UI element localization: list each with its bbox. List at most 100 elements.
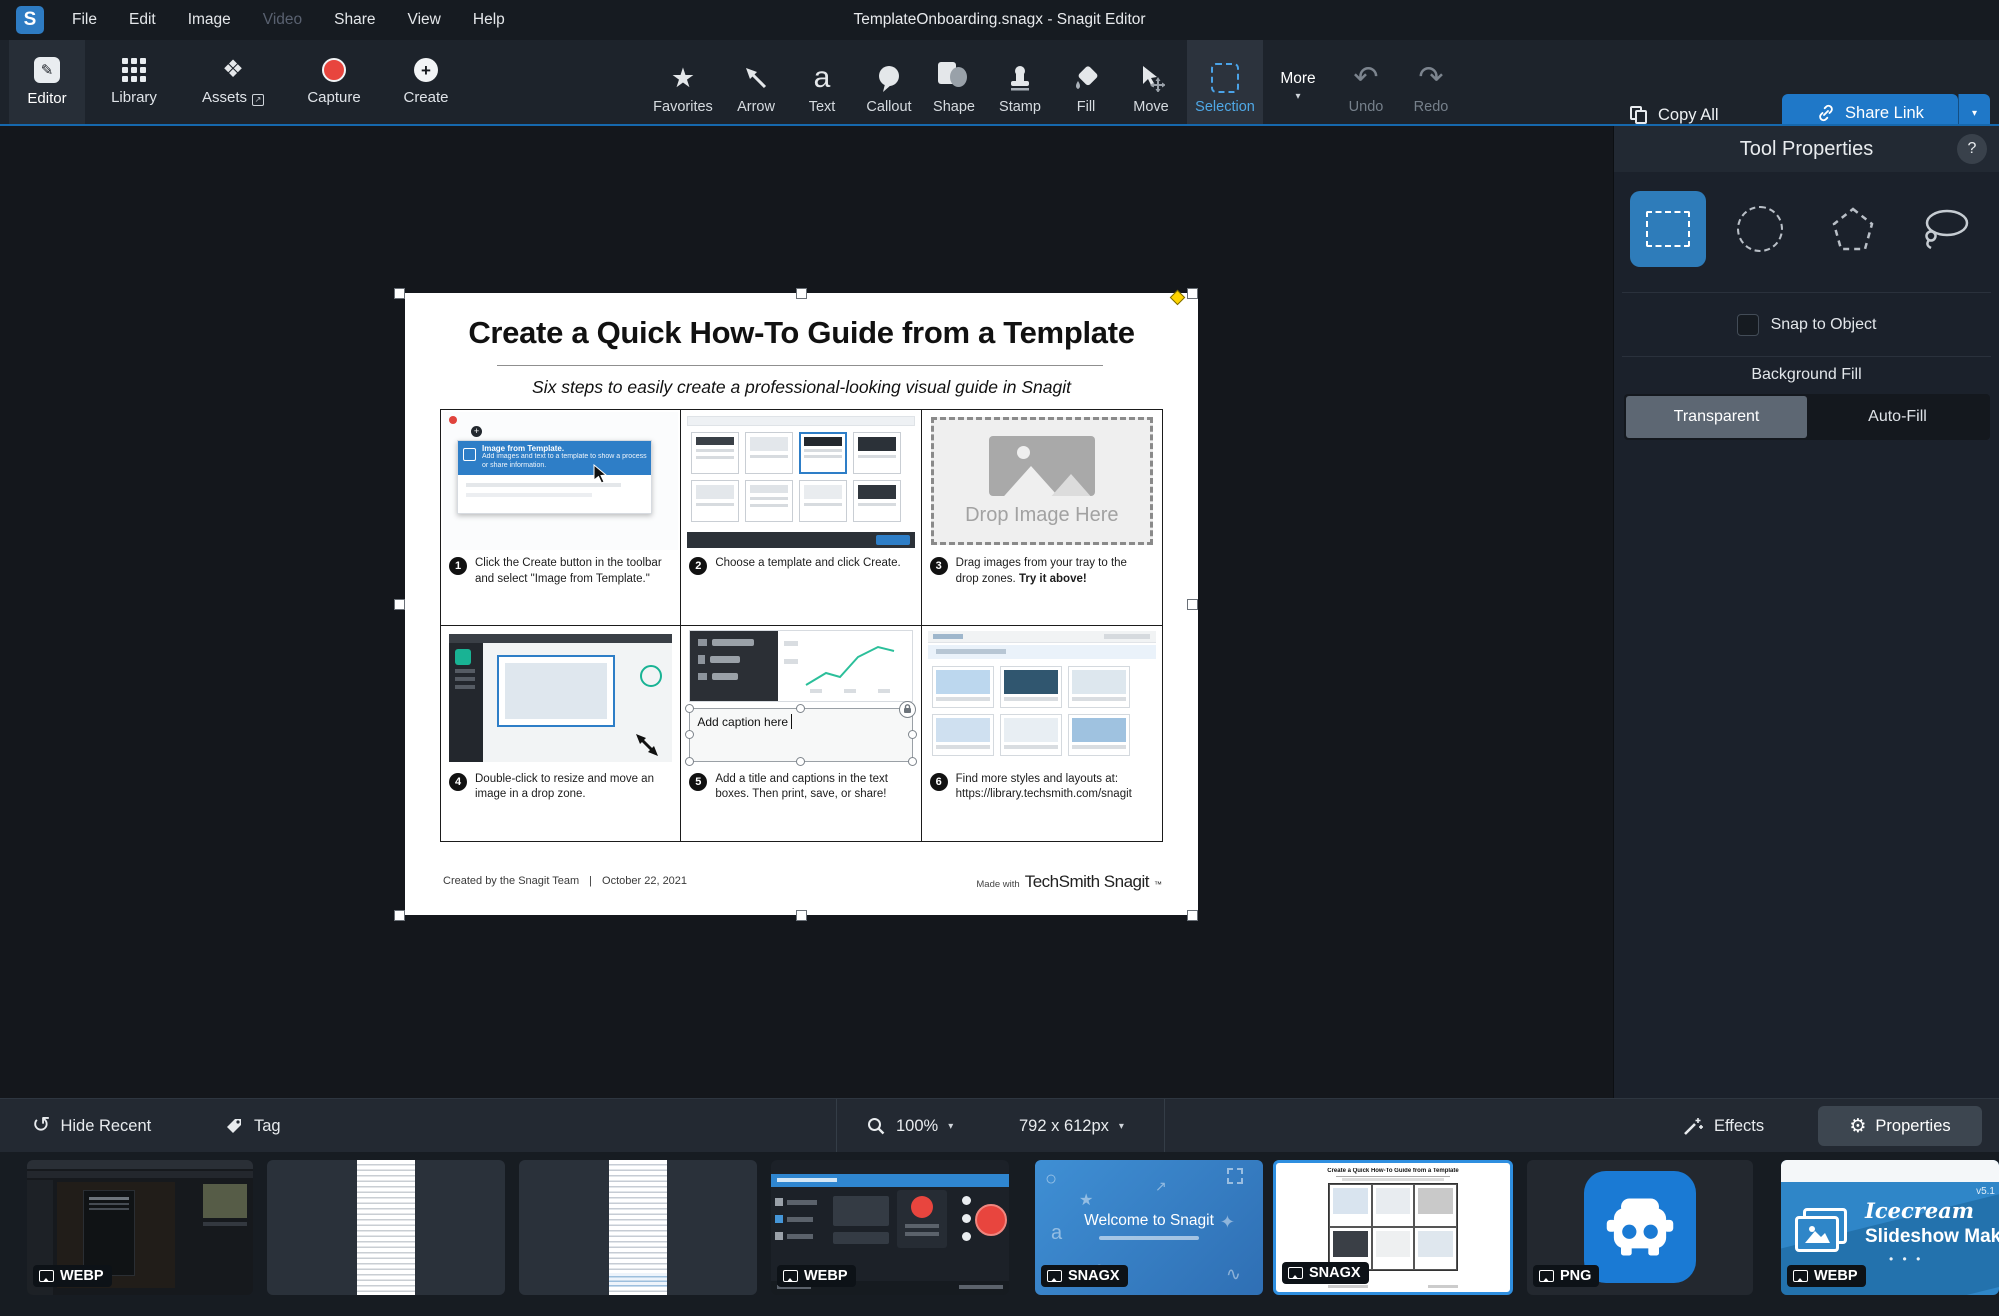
tab-editor[interactable]: ✎ Editor	[9, 40, 85, 124]
panel-header: Tool Properties ?	[1614, 126, 1999, 172]
tray-item-6[interactable]: Create a Quick How-To Guide from a Templ…	[1273, 1160, 1513, 1295]
tray-item-1[interactable]: WEBP	[27, 1160, 253, 1295]
tray-item-5[interactable]: ○ ★ a ✦ ✎ ∿ ↗ Welcome to Snagit SNAGX	[1035, 1160, 1263, 1295]
welcome-caption: Welcome to Snagit	[1035, 1212, 1263, 1230]
shapes-icon	[938, 62, 970, 94]
selection-handle[interactable]	[394, 288, 405, 299]
step3-drop-zone[interactable]: Drop Image Here	[924, 412, 1160, 550]
footer-author: Created by the Snagit Team	[443, 875, 579, 887]
lasso-selection-button[interactable]	[1907, 191, 1983, 267]
tool-shape[interactable]: Shape	[916, 40, 992, 124]
record-icon	[322, 58, 346, 82]
menu-help[interactable]: Help	[457, 0, 521, 40]
zoom-control[interactable]: 100% ▾	[866, 1099, 953, 1153]
tray-item-7[interactable]: PNG	[1527, 1160, 1753, 1295]
letter-a-icon: a	[814, 62, 831, 94]
tab-library[interactable]: Library	[94, 40, 174, 124]
caption-textbox[interactable]: Add caption here	[689, 708, 912, 762]
effects-button[interactable]: Effects	[1682, 1099, 1764, 1153]
format-badge: WEBP	[1787, 1265, 1866, 1287]
tool-favorites[interactable]: ★ Favorites	[645, 40, 721, 124]
image-icon	[1288, 1267, 1303, 1279]
step6-screenshot	[924, 628, 1160, 766]
document-subtitle: Six steps to easily create a professiona…	[405, 377, 1198, 398]
tool-text[interactable]: a Text	[784, 40, 860, 124]
tool-properties-panel: Tool Properties ? Snap to Object Backgro…	[1613, 126, 1999, 1098]
menu-edit[interactable]: Edit	[113, 0, 172, 40]
grid-icon	[122, 58, 146, 82]
menu-video: Video	[247, 0, 318, 40]
divider	[1622, 356, 1991, 357]
snap-to-object-checkbox[interactable]	[1737, 314, 1759, 336]
pencil-icon: ✎	[34, 57, 60, 83]
titlebar: S File Edit Image Video Share View Help …	[0, 0, 1999, 40]
paint-fill-icon	[1072, 62, 1100, 94]
lasso-icon	[1919, 206, 1971, 252]
step-caption: Choose a template and click Create.	[715, 556, 907, 572]
magic-wand-icon	[1682, 1115, 1704, 1137]
tray-item-4[interactable]: WEBP	[771, 1160, 1009, 1295]
tray-item-8[interactable]: v5.1 Icecream Slideshow Make • • • WEBP	[1781, 1160, 1999, 1295]
chevron-down-icon: ▾	[948, 1121, 953, 1132]
dashed-circle-icon	[1737, 206, 1783, 252]
menu-share[interactable]: Share	[318, 0, 391, 40]
tag-button[interactable]: Tag	[224, 1099, 281, 1153]
tray-item-3[interactable]	[519, 1160, 757, 1295]
status-bar: ↺ Hide Recent Tag 100% ▾ 792 x 612px ▾ E…	[0, 1098, 1999, 1152]
tool-more[interactable]: More ▾	[1260, 40, 1336, 124]
brand-text: Slideshow Make	[1865, 1226, 1999, 1248]
selection-handle[interactable]	[796, 288, 807, 299]
tab-assets[interactable]: ❖ Assets↗	[185, 40, 281, 124]
menu-file[interactable]: File	[56, 0, 113, 40]
polygon-selection-button[interactable]	[1815, 191, 1891, 267]
editor-canvas[interactable]: Create a Quick How-To Guide from a Templ…	[0, 126, 1613, 1098]
footer-brand: TechSmith Snagit	[1025, 872, 1149, 892]
separator	[836, 1099, 837, 1153]
lock-icon	[899, 701, 916, 718]
tab-capture[interactable]: Capture	[294, 40, 374, 124]
properties-button[interactable]: ⚙ Properties	[1818, 1106, 1982, 1146]
tag-icon	[224, 1116, 244, 1136]
dimensions-value: 792 x 612px	[1019, 1117, 1109, 1136]
tab-create[interactable]: + Create	[386, 40, 466, 124]
menu-view[interactable]: View	[392, 0, 457, 40]
zoom-value: 100%	[896, 1117, 938, 1136]
template-cell-6: 6 Find more styles and layouts at: https…	[922, 626, 1162, 842]
format-badge: PNG	[1533, 1265, 1599, 1287]
line-chart-mock	[782, 635, 902, 697]
copy-icon	[1630, 106, 1648, 125]
selection-handle[interactable]	[394, 599, 405, 610]
redo-button[interactable]: ↷ Redo	[1393, 40, 1469, 124]
rect-selection-button[interactable]	[1630, 191, 1706, 267]
step-number: 5	[689, 773, 707, 791]
document-page[interactable]: Create a Quick How-To Guide from a Templ…	[405, 293, 1198, 915]
speech-bubble-icon	[875, 62, 903, 94]
main-toolbar: ✎ Editor Library ❖ Assets↗ Capture + Cre…	[0, 40, 1999, 124]
selection-handle[interactable]	[1187, 910, 1198, 921]
tray-item-2[interactable]	[267, 1160, 505, 1295]
step-caption: Find more styles and layouts at: https:/…	[956, 772, 1148, 803]
dimensions-control[interactable]: 792 x 612px ▾	[1019, 1099, 1124, 1153]
tool-move[interactable]: Move	[1113, 40, 1189, 124]
fill-option-autofill[interactable]: Auto-Fill	[1807, 396, 1988, 438]
step-caption: Add a title and captions in the text box…	[715, 772, 907, 803]
help-button[interactable]: ?	[1957, 134, 1987, 164]
selection-shape-options	[1614, 188, 1999, 270]
fill-option-transparent[interactable]: Transparent	[1626, 396, 1807, 438]
tool-arrow[interactable]: Arrow	[718, 40, 794, 124]
format-badge: WEBP	[33, 1265, 112, 1287]
tool-stamp[interactable]: Stamp	[982, 40, 1058, 124]
version-label: v5.1	[1976, 1186, 1995, 1197]
window-title: TemplateOnboarding.snagx - Snagit Editor	[853, 0, 1145, 40]
car-icon	[1602, 1189, 1678, 1265]
selection-handle[interactable]	[1187, 288, 1198, 299]
selection-handle[interactable]	[1187, 599, 1198, 610]
step-caption: Double-click to resize and move an image…	[475, 772, 667, 803]
hide-recent-button[interactable]: ↺ Hide Recent	[32, 1099, 151, 1153]
template-cell-4: 4 Double-click to resize and move an ima…	[441, 626, 681, 842]
selection-handle[interactable]	[394, 910, 405, 921]
ellipse-selection-button[interactable]	[1722, 191, 1798, 267]
menu-image[interactable]: Image	[172, 0, 247, 40]
tool-selection[interactable]: Selection	[1187, 40, 1263, 124]
selection-handle[interactable]	[796, 910, 807, 921]
